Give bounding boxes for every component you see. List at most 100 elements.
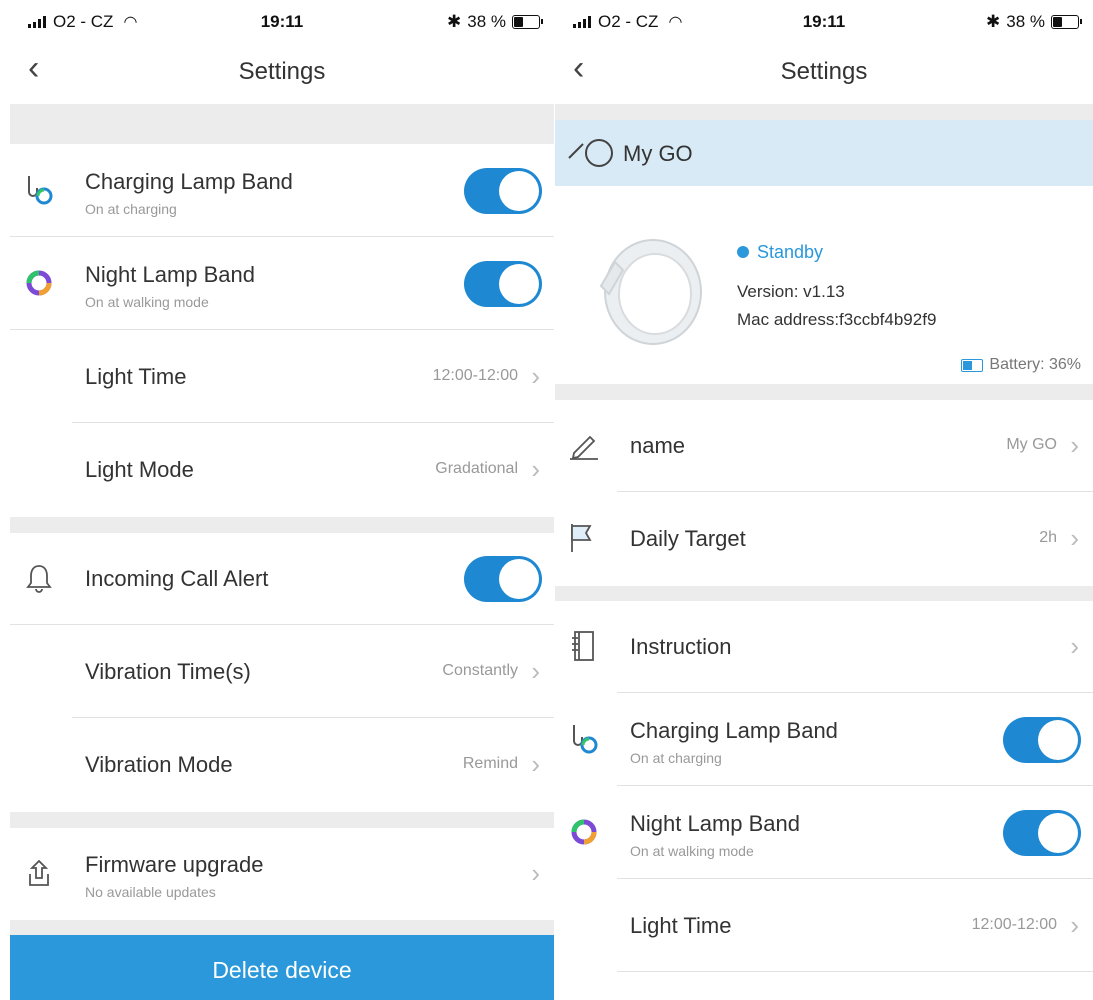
- version-text: Version: v1.13: [737, 282, 845, 301]
- band-image: [591, 228, 707, 352]
- vibration-time-row[interactable]: Vibration Time(s) Constantly ›: [10, 626, 554, 718]
- flag-icon: [567, 521, 601, 555]
- delete-device-button[interactable]: Delete device: [10, 935, 554, 1000]
- firmware-row[interactable]: Firmware upgrade No available updates ›: [10, 828, 554, 920]
- bell-icon: [22, 561, 56, 595]
- night-lamp-row: Night Lamp Band On at walking mode: [10, 238, 554, 330]
- light-time-label: Light Time: [85, 364, 187, 389]
- battery-percent: 38 %: [1006, 12, 1045, 31]
- status-text: Standby: [757, 242, 824, 262]
- battery-icon: [1051, 15, 1082, 29]
- status-bar: O2 - CZ ◠ 19:11 ✱ 38 %: [10, 0, 554, 38]
- daily-target-row[interactable]: Daily Target 2h ›: [555, 493, 1093, 585]
- night-lamp-label: Night Lamp Band: [630, 811, 800, 836]
- chevron-right-icon: ›: [1070, 910, 1079, 940]
- vibration-mode-value: Remind: [462, 755, 518, 772]
- light-time-row[interactable]: Light Time 12:00-12:00 ›: [10, 331, 554, 423]
- nav-bar: ‹ Settings: [555, 38, 1093, 102]
- section-gap: [555, 384, 1093, 400]
- name-value: My GO: [1006, 436, 1057, 453]
- section-gap: [10, 812, 554, 828]
- battery-icon: [512, 15, 543, 29]
- chevron-right-icon: ›: [1070, 631, 1079, 661]
- light-mode-value: Gradational: [435, 460, 518, 477]
- device-battery: Battery: 36%: [961, 356, 1081, 374]
- chevron-right-icon: ›: [531, 361, 540, 391]
- chevron-right-icon: ›: [531, 858, 540, 888]
- section-gap: [10, 920, 554, 935]
- firmware-label: Firmware upgrade: [85, 852, 264, 877]
- call-alert-label: Incoming Call Alert: [85, 566, 269, 591]
- charging-lamp-row: Charging Lamp Band On at charging: [555, 694, 1093, 786]
- light-time-value: 12:00-12:00: [432, 367, 518, 384]
- mac-address: Mac address:f3ccbf4b92f9: [737, 310, 937, 329]
- device-name: My GO: [623, 141, 693, 166]
- night-lamp-toggle[interactable]: [1003, 810, 1081, 856]
- instruction-label: Instruction: [630, 634, 732, 659]
- connection-status: Standby: [737, 242, 823, 263]
- chevron-right-icon: ›: [1070, 523, 1079, 553]
- charging-lamp-toggle[interactable]: [1003, 717, 1081, 763]
- upload-icon: [22, 856, 56, 890]
- name-row[interactable]: name My GO ›: [555, 400, 1093, 492]
- charging-lamp-sub: On at charging: [85, 201, 177, 217]
- chevron-right-icon: ›: [531, 454, 540, 484]
- charging-lamp-icon: [567, 722, 601, 756]
- vibration-mode-label: Vibration Mode: [85, 752, 233, 777]
- light-mode-row[interactable]: Light Mode Gradational ›: [10, 424, 554, 516]
- name-label: name: [630, 433, 686, 458]
- chevron-right-icon: ›: [531, 749, 540, 779]
- bluetooth-icon: ✱: [986, 12, 1001, 31]
- charging-lamp-icon: [22, 173, 56, 207]
- charging-lamp-row: Charging Lamp Band On at charging: [10, 145, 554, 237]
- night-lamp-icon: [567, 815, 601, 849]
- nav-bar: ‹ Settings: [10, 38, 554, 102]
- charging-lamp-label: Charging Lamp Band: [85, 169, 293, 194]
- status-dot: [737, 246, 749, 258]
- battery-percent: 38 %: [467, 12, 506, 31]
- battery-status: ✱ 38 %: [986, 12, 1082, 32]
- night-lamp-sub: On at walking mode: [630, 843, 754, 859]
- vibration-mode-row[interactable]: Vibration Mode Remind ›: [10, 719, 554, 811]
- light-time-row[interactable]: Light Time 12:00-12:00 ›: [555, 880, 1093, 972]
- settings-screen-right: O2 - CZ ◠ 19:11 ✱ 38 % ‹ Settings My GO …: [555, 0, 1093, 1000]
- night-lamp-row: Night Lamp Band On at walking mode: [555, 787, 1093, 879]
- section-gap: [555, 586, 1093, 601]
- daily-target-value: 2h: [1039, 529, 1057, 546]
- light-time-label: Light Time: [630, 913, 732, 938]
- battery-status: ✱ 38 %: [447, 12, 543, 32]
- chevron-right-icon: ›: [1070, 430, 1079, 460]
- daily-target-label: Daily Target: [630, 526, 746, 551]
- band-icon: [567, 136, 617, 175]
- device-battery-text: Battery: 36%: [989, 356, 1081, 373]
- call-alert-row: Incoming Call Alert: [10, 533, 554, 625]
- instruction-row[interactable]: Instruction ›: [555, 601, 1093, 693]
- pencil-icon: [567, 428, 601, 462]
- device-header: My GO: [555, 120, 1093, 186]
- bluetooth-icon: ✱: [447, 12, 462, 31]
- notebook-icon: [567, 629, 601, 663]
- call-alert-toggle[interactable]: [464, 556, 542, 602]
- status-bar: O2 - CZ ◠ 19:11 ✱ 38 %: [555, 0, 1093, 38]
- vibration-time-label: Vibration Time(s): [85, 659, 251, 684]
- page-title: Settings: [780, 58, 868, 85]
- night-lamp-icon: [22, 266, 56, 300]
- charging-lamp-label: Charging Lamp Band: [630, 718, 838, 743]
- light-mode-label: Light Mode: [85, 457, 194, 482]
- charging-lamp-toggle[interactable]: [464, 168, 542, 214]
- battery-icon: [961, 358, 984, 372]
- section-gap: [10, 517, 554, 533]
- vibration-time-value: Constantly: [442, 662, 518, 679]
- chevron-right-icon: ›: [531, 656, 540, 686]
- section-gap: [555, 104, 1093, 120]
- light-time-value: 12:00-12:00: [971, 916, 1057, 933]
- night-lamp-toggle[interactable]: [464, 261, 542, 307]
- section-gap: [10, 104, 554, 144]
- settings-screen-left: O2 - CZ ◠ 19:11 ✱ 38 % ‹ Settings Chargi…: [10, 0, 554, 1000]
- device-card: Standby Version: v1.13 Mac address:f3ccb…: [555, 186, 1093, 384]
- charging-lamp-sub: On at charging: [630, 750, 722, 766]
- page-title: Settings: [238, 58, 326, 85]
- firmware-sub: No available updates: [85, 884, 216, 900]
- night-lamp-label: Night Lamp Band: [85, 262, 255, 287]
- night-lamp-sub: On at walking mode: [85, 294, 209, 310]
